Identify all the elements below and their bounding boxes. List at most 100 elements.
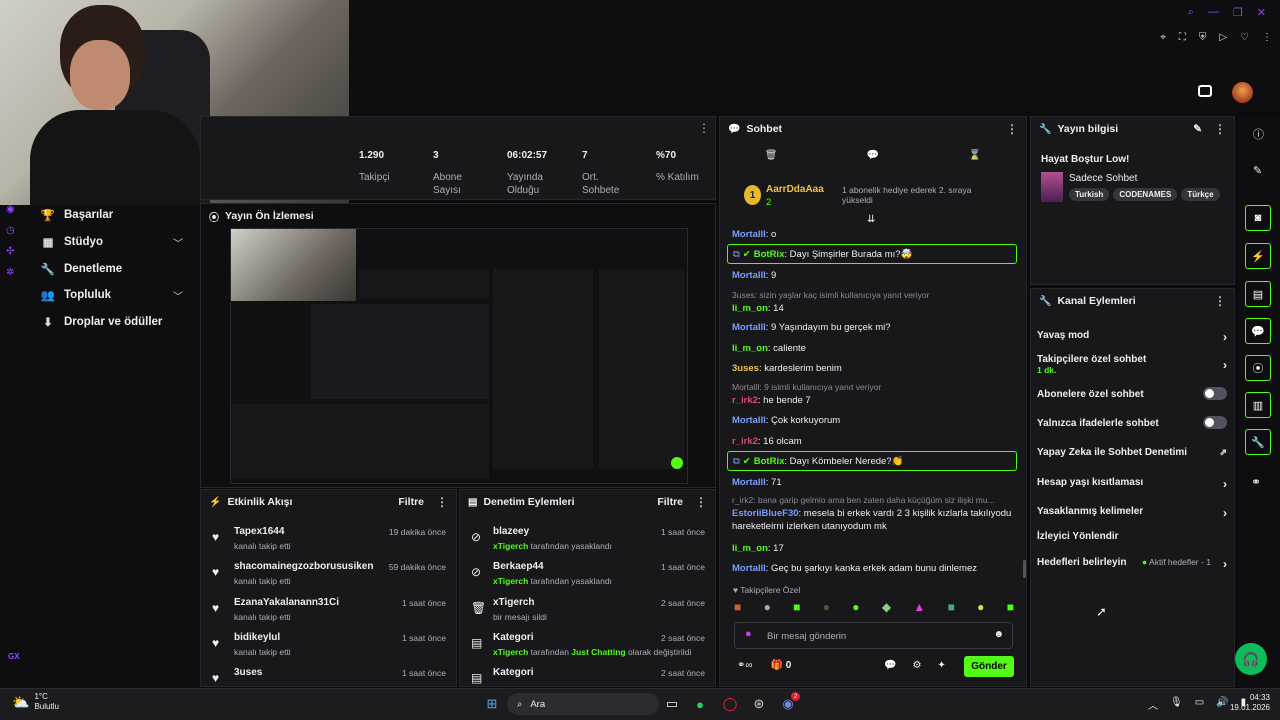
opera-icon[interactable]: ◯ — [720, 694, 740, 714]
emote-icon[interactable]: ■ — [1007, 600, 1014, 614]
rail-wrench-button[interactable]: 🔧 — [1245, 429, 1271, 455]
moderation-more-icon[interactable]: ⋮ — [695, 495, 707, 509]
nav-basarilar[interactable]: 🏆 Başarılar — [40, 208, 113, 222]
shield-icon[interactable]: ⛨ — [1199, 32, 1207, 43]
rail-circle-icon[interactable]: ◉ — [6, 204, 15, 215]
stream-info-header: 🔧 Yayın bilgisi ✎ ⋮ — [1039, 122, 1226, 136]
scroll-down-icon[interactable]: ⇊ — [867, 214, 875, 225]
toggle[interactable] — [1203, 387, 1227, 400]
preview-video[interactable] — [230, 228, 688, 484]
action-redirect-viewers[interactable]: İzleyici Yönlendir — [1037, 531, 1227, 542]
emote-icon[interactable]: ● — [852, 600, 859, 614]
chat-input[interactable]: ● Bir mesaj gönderin ☻ — [734, 622, 1013, 649]
rail-document-button[interactable]: ▤ — [1245, 281, 1271, 307]
creator-icon[interactable] — [1198, 85, 1212, 97]
emote-icon[interactable]: ■ — [734, 600, 741, 614]
send-button[interactable]: Gönder — [964, 656, 1014, 677]
rail-puzzle-icon[interactable]: ✣ — [6, 246, 15, 257]
points-icon[interactable]: ⚭ — [1251, 475, 1261, 489]
stream-info-more-icon[interactable]: ⋮ — [1214, 122, 1226, 136]
action-banned-words[interactable]: Yasaklanmış kelimeler › — [1037, 506, 1227, 520]
rail-bolt-button[interactable]: ⚡ — [1245, 243, 1271, 269]
windows-start-icon[interactable]: ⊞ — [482, 694, 502, 714]
taskbar-search[interactable]: ⌕ Ara — [507, 693, 659, 715]
mic-icon[interactable]: 🎙 — [1170, 697, 1183, 712]
support-button[interactable]: 🎧 — [1235, 643, 1267, 675]
task-view-icon[interactable]: ▭ — [662, 694, 682, 714]
channel-actions-more-icon[interactable]: ⋮ — [1214, 294, 1226, 308]
action-set-goals[interactable]: Hedefleri belirleyin ● Aktif hedefler - 1… — [1037, 557, 1227, 571]
restore-icon[interactable]: ❐ — [1233, 6, 1243, 19]
chevron-down-icon[interactable]: ﹀ — [173, 235, 183, 250]
pen-icon[interactable]: ✎ — [1253, 164, 1262, 177]
chat-more-icon[interactable]: ⋮ — [1006, 122, 1018, 136]
stat-engagement: %70% Katılım — [656, 150, 699, 183]
stat-uptime: 06:02:57 Yayında Olduğu — [507, 150, 548, 196]
rail-chat-button[interactable]: 💬 — [1245, 318, 1271, 344]
chat-scrollbar[interactable] — [1023, 560, 1026, 578]
gift-icon[interactable]: 🎁 0 — [771, 660, 792, 671]
action-emote-only[interactable]: Yalnızca ifadelerle sohbet — [1037, 416, 1227, 429]
gx-label[interactable]: GX — [8, 652, 20, 661]
stats-more-icon[interactable]: ⋮ — [698, 121, 710, 135]
nav-studyo[interactable]: ▦ Stüdyo — [40, 235, 103, 249]
tag[interactable]: CODENAMES — [1113, 188, 1178, 201]
screenshot-icon[interactable]: ⛶ — [1179, 32, 1186, 43]
moderation-filter[interactable]: Filtre — [657, 496, 683, 508]
activity-filter[interactable]: Filtre — [398, 496, 424, 508]
emote-icon[interactable]: ▲ — [913, 600, 925, 614]
heart-icon[interactable]: ♡ — [1240, 32, 1249, 43]
points-icon[interactable]: ⚭∞ — [737, 660, 753, 671]
rail-camera-button[interactable]: ◙ — [1245, 205, 1271, 231]
emoji-icon[interactable]: ☻ — [993, 629, 1004, 640]
tag[interactable]: Turkish — [1069, 188, 1110, 201]
trash-icon[interactable]: 🗑 — [765, 150, 778, 161]
mic-icon[interactable]: ● — [745, 628, 752, 640]
nav-topluluk[interactable]: 👥 Topluluk — [40, 288, 111, 302]
action-followers-only[interactable]: Takipçilere özel sohbet 1 dk. › — [1037, 354, 1227, 375]
rail-clock-icon[interactable]: ◷ — [6, 225, 15, 236]
weather-widget[interactable]: ⛅ 1°C Bulutlu — [12, 692, 59, 712]
nav-droplar[interactable]: ⬇ Droplar ve ödüller — [40, 315, 162, 329]
clock[interactable]: 04:33 19.01.2026 — [1226, 693, 1270, 713]
toggle[interactable] — [1203, 416, 1227, 429]
wrench-icon: 🔧 — [1039, 295, 1052, 307]
rail-broadcast-button[interactable]: ⦿ — [1245, 355, 1271, 381]
action-subscribers-only[interactable]: Abonelere özel sohbet — [1037, 387, 1227, 400]
emote-icon[interactable]: ● — [823, 600, 830, 614]
monitor-icon[interactable]: ▭ — [1195, 697, 1204, 712]
avatar[interactable] — [1232, 82, 1253, 103]
activity-more-icon[interactable]: ⋮ — [436, 495, 448, 509]
info-icon[interactable]: ⓘ — [1253, 126, 1264, 142]
more-icon[interactable]: ⋮ — [1262, 32, 1272, 43]
search-icon[interactable]: ⌕ — [1188, 6, 1194, 19]
minimize-icon[interactable]: — — [1208, 6, 1219, 19]
chevron-up-icon[interactable]: ︿ — [1148, 697, 1158, 712]
close-icon[interactable]: ✕ — [1257, 6, 1266, 19]
chat-message: 3uses: kardeslerim benim — [732, 363, 842, 374]
spotify-icon[interactable]: ● — [690, 694, 710, 714]
emote-icon[interactable]: ● — [764, 600, 771, 614]
rail-gear-icon[interactable]: ✲ — [6, 267, 15, 278]
tag[interactable]: Türkçe — [1181, 188, 1220, 201]
gear-icon[interactable]: ⚙ — [912, 660, 921, 671]
rail-panel-button[interactable]: ▥ — [1245, 392, 1271, 418]
chat-bubble-icon[interactable]: 💬 — [884, 660, 896, 671]
emote-icon[interactable]: ■ — [948, 600, 955, 614]
action-account-age[interactable]: Hesap yaşı kısıtlaması › — [1037, 477, 1227, 491]
pinned-user[interactable]: AarrDdaAaa — [766, 184, 824, 195]
pin-icon[interactable]: ⌖ — [1160, 32, 1166, 43]
action-ai-moderation[interactable]: Yapay Zeka ile Sohbet Denetimi ⇗ — [1037, 447, 1227, 458]
hourglass-icon[interactable]: ⌛ — [969, 150, 981, 161]
steam-icon[interactable]: ⊛ — [749, 694, 769, 714]
nav-denetleme[interactable]: 🔧 Denetleme — [40, 262, 122, 276]
edit-icon[interactable]: ✎ — [1193, 123, 1202, 135]
chat-bubble-icon[interactable]: 💬 — [867, 150, 879, 161]
action-slow-mode[interactable]: Yavaş mod › — [1037, 330, 1227, 344]
play-icon[interactable]: ▷ — [1219, 32, 1227, 43]
emote-icon[interactable]: ◆ — [882, 600, 891, 614]
emote-menu-icon[interactable]: ✦ — [937, 660, 945, 671]
chevron-down-icon[interactable]: ﹀ — [173, 288, 183, 303]
emote-icon[interactable]: ■ — [793, 600, 800, 614]
emote-icon[interactable]: ● — [977, 600, 984, 614]
